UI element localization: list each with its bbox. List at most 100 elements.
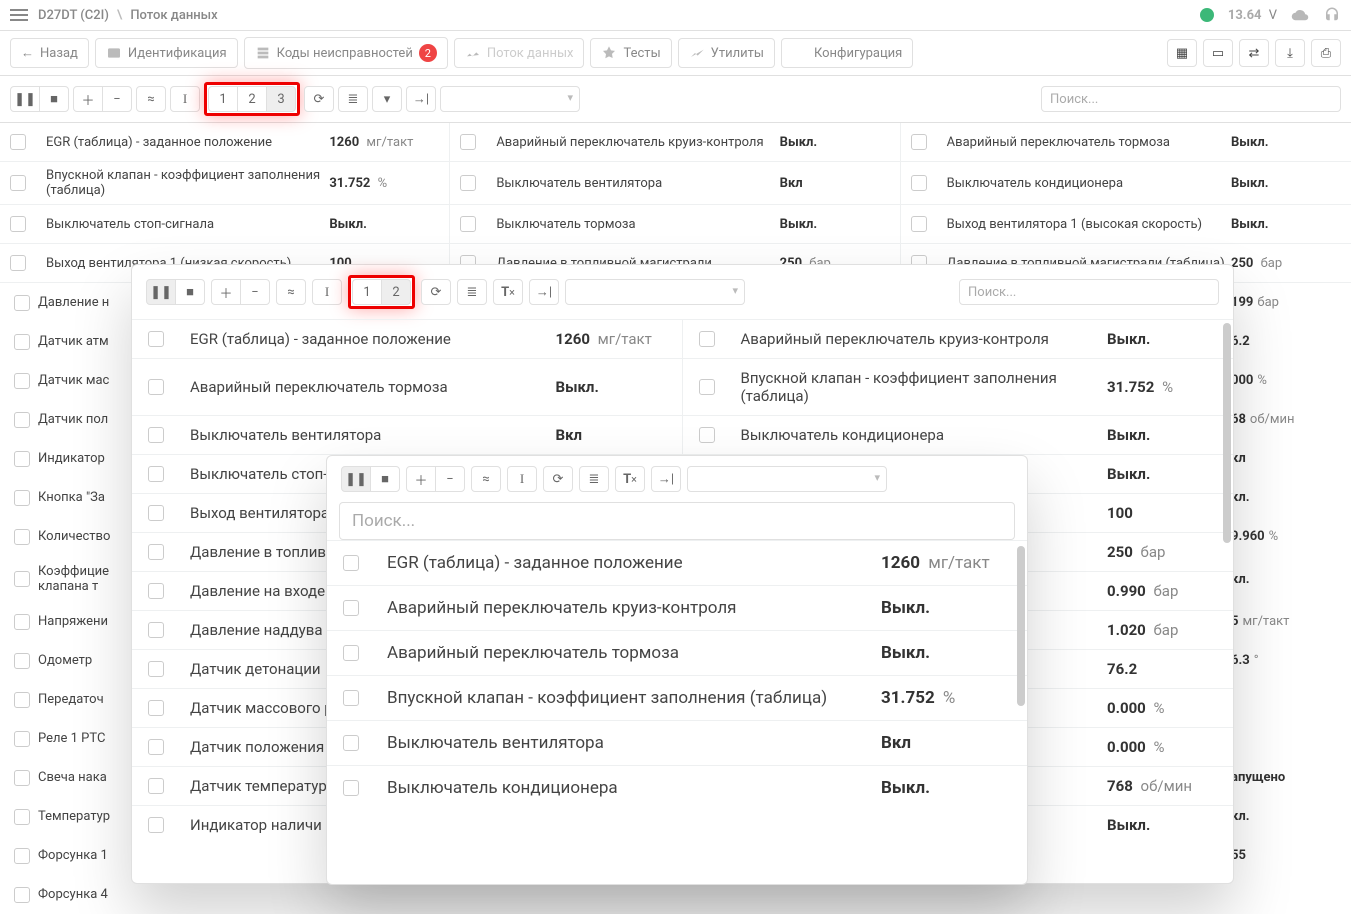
filter-button[interactable]: ▾ <box>372 86 402 112</box>
checkbox[interactable] <box>699 331 715 347</box>
stop-button[interactable]: ■ <box>39 86 69 112</box>
p2-remove-button[interactable]: − <box>435 466 465 492</box>
checkbox[interactable] <box>148 622 164 638</box>
p2-list-button[interactable]: ≣ <box>579 466 609 492</box>
checkbox[interactable] <box>343 600 359 616</box>
checkbox[interactable] <box>14 653 30 669</box>
p2-scrollbar[interactable] <box>1017 546 1025 706</box>
p2-search-input[interactable]: Поиск... <box>339 502 1015 540</box>
checkbox[interactable] <box>148 427 164 443</box>
p1-stop-button[interactable]: ■ <box>175 279 205 305</box>
tab-dtc[interactable]: Коды неисправностей2 <box>244 37 448 69</box>
checkbox[interactable] <box>460 216 476 232</box>
tab-tests[interactable]: Тесты <box>590 38 671 68</box>
checkbox[interactable] <box>14 571 30 587</box>
checkbox[interactable] <box>14 451 30 467</box>
folder-open-button[interactable]: ▭ <box>1203 39 1233 67</box>
checkbox[interactable] <box>148 817 164 833</box>
checkbox[interactable] <box>148 661 164 677</box>
p1-add-button[interactable]: ＋ <box>211 279 241 305</box>
tab-config[interactable]: Конфигурация <box>781 38 913 68</box>
p1-scrollbar[interactable] <box>1223 323 1231 543</box>
checkbox[interactable] <box>14 809 30 825</box>
p2-refresh-button[interactable]: ⟳ <box>543 466 573 492</box>
p1-cols-1[interactable]: 1 <box>352 279 382 305</box>
p1-cols-2[interactable]: 2 <box>381 279 411 305</box>
view-grid-button[interactable]: ▦ <box>1167 39 1197 67</box>
p2-profile-select[interactable] <box>687 466 887 492</box>
checkbox[interactable] <box>343 780 359 796</box>
chart-button[interactable]: ≈ <box>136 86 166 112</box>
remove-button[interactable]: − <box>102 86 132 112</box>
checkbox[interactable] <box>14 529 30 545</box>
checkbox[interactable] <box>148 505 164 521</box>
checkbox[interactable] <box>14 614 30 630</box>
checkbox[interactable] <box>10 255 26 271</box>
p1-list-button[interactable]: ≣ <box>457 279 487 305</box>
text-scale-button[interactable]: I <box>170 86 200 112</box>
checkbox[interactable] <box>14 770 30 786</box>
checkbox[interactable] <box>148 739 164 755</box>
cols-2[interactable]: 2 <box>237 86 267 112</box>
swap-button[interactable]: ⇄ <box>1239 39 1269 67</box>
checkbox[interactable] <box>911 175 927 191</box>
checkbox[interactable] <box>14 490 30 506</box>
cloud-icon[interactable] <box>1291 6 1309 24</box>
checkbox[interactable] <box>148 466 164 482</box>
checkbox[interactable] <box>14 334 30 350</box>
tab-utils[interactable]: Утилиты <box>678 38 775 68</box>
p1-remove-button[interactable]: − <box>240 279 270 305</box>
checkbox[interactable] <box>14 295 30 311</box>
checkbox[interactable] <box>343 555 359 571</box>
checkbox[interactable] <box>14 731 30 747</box>
checkbox[interactable] <box>10 134 26 150</box>
p1-search-input[interactable]: Поиск... <box>959 279 1219 305</box>
checkbox[interactable] <box>911 134 927 150</box>
back-button[interactable]: ← Назад <box>10 38 89 68</box>
checkbox[interactable] <box>699 379 715 395</box>
checkbox[interactable] <box>148 544 164 560</box>
checkbox[interactable] <box>148 778 164 794</box>
checkbox[interactable] <box>148 379 164 395</box>
checkbox[interactable] <box>460 175 476 191</box>
menu-icon[interactable] <box>10 9 28 21</box>
checkbox[interactable] <box>343 735 359 751</box>
headset-icon[interactable] <box>1323 6 1341 24</box>
checkbox[interactable] <box>10 175 26 191</box>
p2-stop-button[interactable]: ■ <box>370 466 400 492</box>
checkbox[interactable] <box>343 690 359 706</box>
p1-pause-button[interactable]: ❚❚ <box>146 279 176 305</box>
p2-pause-button[interactable]: ❚❚ <box>341 466 371 492</box>
p1-filter-button[interactable]: T× <box>493 279 523 305</box>
p1-chart-button[interactable]: ≈ <box>276 279 306 305</box>
p2-text-scale-button[interactable]: I <box>507 466 537 492</box>
tab-identification[interactable]: Идентификация <box>95 38 238 68</box>
checkbox[interactable] <box>699 427 715 443</box>
checkbox[interactable] <box>911 216 927 232</box>
checkbox[interactable] <box>343 645 359 661</box>
cols-1[interactable]: 1 <box>208 86 238 112</box>
pause-button[interactable]: ❚❚ <box>10 86 40 112</box>
checkbox[interactable] <box>14 692 30 708</box>
cols-3[interactable]: 3 <box>266 86 296 112</box>
print-button[interactable]: ⎙ <box>1311 39 1341 67</box>
profile-select[interactable] <box>440 86 580 112</box>
checkbox[interactable] <box>14 373 30 389</box>
p1-text-scale-button[interactable]: I <box>312 279 342 305</box>
search-input[interactable]: Поиск... <box>1041 86 1341 112</box>
p2-chart-button[interactable]: ≈ <box>471 466 501 492</box>
p1-refresh-button[interactable]: ⟳ <box>421 279 451 305</box>
p1-profile-select[interactable] <box>565 279 745 305</box>
add-button[interactable]: ＋ <box>73 86 103 112</box>
p2-export-button[interactable]: →| <box>651 466 681 492</box>
p2-filter-button[interactable]: T× <box>615 466 645 492</box>
p2-add-button[interactable]: ＋ <box>406 466 436 492</box>
checkbox[interactable] <box>148 583 164 599</box>
checkbox[interactable] <box>10 216 26 232</box>
checkbox[interactable] <box>148 331 164 347</box>
checkbox[interactable] <box>14 848 30 864</box>
p1-export-button[interactable]: →| <box>529 279 559 305</box>
export-button[interactable]: →| <box>406 86 436 112</box>
download-button[interactable]: ⤓ <box>1275 39 1305 67</box>
checkbox[interactable] <box>460 134 476 150</box>
